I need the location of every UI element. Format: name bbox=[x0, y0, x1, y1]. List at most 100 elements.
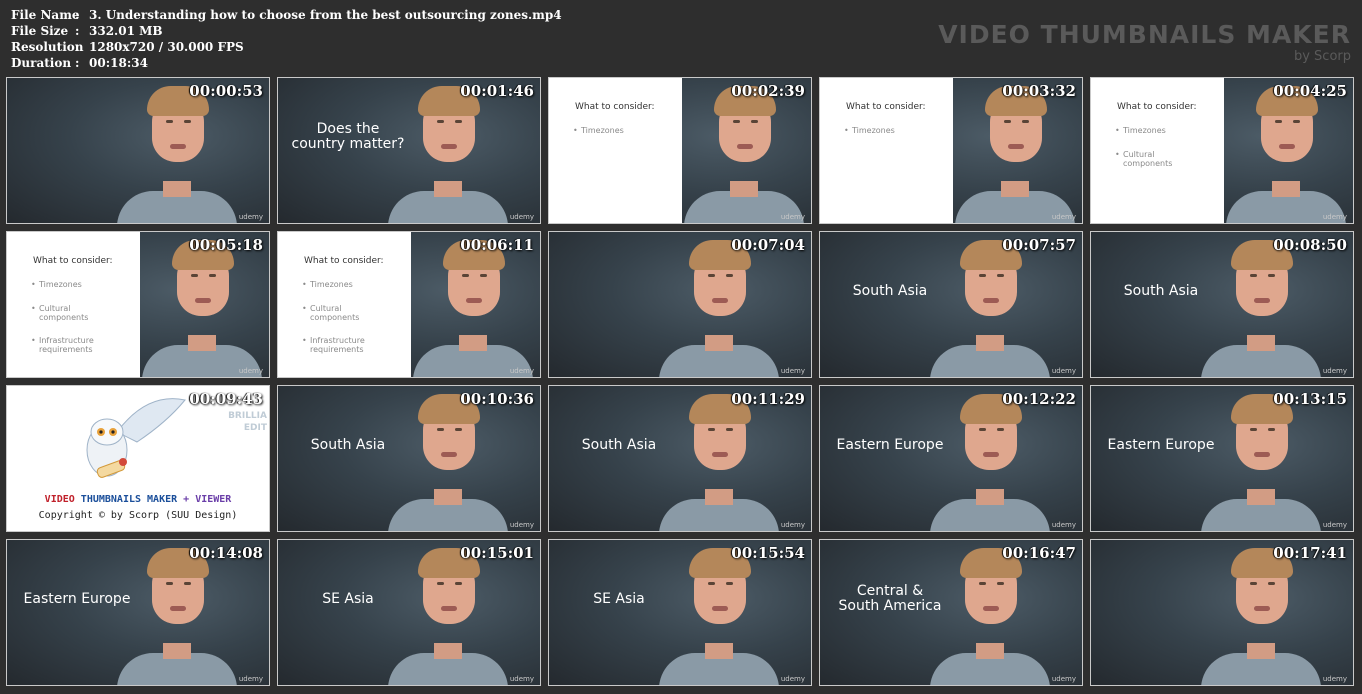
title-overlay: Central & South America bbox=[838, 583, 942, 614]
mouth bbox=[712, 452, 728, 457]
colon: : bbox=[75, 56, 80, 70]
timestamp: 00:15:54 bbox=[731, 544, 805, 562]
eye bbox=[209, 274, 216, 277]
eye bbox=[184, 582, 191, 585]
neck bbox=[976, 643, 1004, 659]
eye bbox=[437, 120, 444, 123]
eye bbox=[437, 582, 444, 585]
timestamp: 00:11:29 bbox=[731, 390, 805, 408]
video-thumbnail[interactable]: South Asia udemy 00:11:29 bbox=[548, 385, 812, 532]
mouth bbox=[1279, 144, 1295, 149]
mouth bbox=[170, 606, 186, 611]
timestamp: 00:10:36 bbox=[460, 390, 534, 408]
file-info-panel: File Name : 3. Understanding how to choo… bbox=[11, 7, 562, 71]
video-thumbnail[interactable]: South Asia udemy 00:10:36 bbox=[277, 385, 541, 532]
eye bbox=[1004, 120, 1011, 123]
resolution-label: Resolution bbox=[11, 40, 84, 54]
mouth bbox=[983, 606, 999, 611]
neck bbox=[705, 643, 733, 659]
brand-subtitle: by Scorp bbox=[1293, 49, 1351, 64]
title-overlay: Eastern Europe bbox=[1107, 437, 1215, 453]
slide-bullet: Infrastructure requirements bbox=[302, 336, 380, 354]
video-thumbnail[interactable]: udemy 00:07:04 bbox=[548, 231, 812, 378]
timestamp: 00:04:25 bbox=[1273, 82, 1347, 100]
eye bbox=[726, 274, 733, 277]
brillia-line: EDIT bbox=[243, 423, 267, 433]
timestamp: 00:07:57 bbox=[1002, 236, 1076, 254]
eye bbox=[480, 274, 487, 277]
udemy-watermark: udemy bbox=[780, 367, 805, 375]
brand-logo: VIDEO THUMBNAILS MAKER by Scorp bbox=[938, 20, 1351, 64]
timestamp: 00:13:15 bbox=[1273, 390, 1347, 408]
file-name-label: File Name bbox=[11, 8, 80, 22]
video-thumbnail[interactable]: What to consider: Timezones Cultural compo… bbox=[277, 231, 541, 378]
video-thumbnail[interactable]: What to consider: Timezones udemy 00:02:39 bbox=[548, 77, 812, 224]
title-overlay: South Asia bbox=[581, 437, 657, 453]
slide-bullet: Cultural components bbox=[31, 304, 109, 322]
eye bbox=[191, 274, 198, 277]
video-thumbnail[interactable]: Eastern Europe udemy 00:14:08 bbox=[6, 539, 270, 686]
video-thumbnail[interactable]: Central & South America udemy 00:16:47 bbox=[819, 539, 1083, 686]
slide-bullet: Timezones bbox=[573, 126, 651, 135]
neck bbox=[976, 489, 1004, 505]
file-size-label: File Size bbox=[11, 24, 69, 38]
video-thumbnail[interactable]: SE Asia udemy 00:15:54 bbox=[548, 539, 812, 686]
file-size-row: File Size : 332.01 MB bbox=[11, 23, 562, 39]
eye bbox=[166, 582, 173, 585]
timestamp: 00:16:47 bbox=[1002, 544, 1076, 562]
eye bbox=[455, 428, 462, 431]
video-thumbnail[interactable]: What to consider: Timezones Cultural compo… bbox=[6, 231, 270, 378]
brillia-line: BRILLIA bbox=[228, 411, 267, 421]
mouth bbox=[1254, 452, 1270, 457]
timestamp: 00:15:01 bbox=[460, 544, 534, 562]
eye bbox=[1250, 428, 1257, 431]
video-thumbnail[interactable]: What to consider: Timezones Cultural compo… bbox=[1090, 77, 1354, 224]
about-title-part: + VIEWER bbox=[183, 494, 232, 505]
udemy-watermark: udemy bbox=[509, 213, 534, 221]
eye bbox=[979, 274, 986, 277]
video-thumbnail[interactable]: Does the country matter? udemy 00:01:46 bbox=[277, 77, 541, 224]
duration-row: Duration : 00:18:34 bbox=[11, 55, 562, 71]
timestamp: 00:03:32 bbox=[1002, 82, 1076, 100]
title-overlay: South Asia bbox=[310, 437, 386, 453]
neck bbox=[163, 643, 191, 659]
udemy-watermark: udemy bbox=[509, 675, 534, 683]
slide-bullet: Timezones bbox=[844, 126, 922, 135]
mouth bbox=[737, 144, 753, 149]
colon: : bbox=[75, 8, 80, 22]
eye bbox=[166, 120, 173, 123]
timestamp: 00:17:41 bbox=[1273, 544, 1347, 562]
video-thumbnail[interactable]: South Asia udemy 00:07:57 bbox=[819, 231, 1083, 378]
udemy-watermark: udemy bbox=[780, 213, 805, 221]
udemy-watermark: udemy bbox=[1322, 675, 1347, 683]
udemy-watermark: udemy bbox=[238, 213, 263, 221]
video-thumbnail[interactable]: udemy 00:17:41 bbox=[1090, 539, 1354, 686]
neck bbox=[1272, 181, 1300, 197]
timestamp: 00:06:11 bbox=[460, 236, 534, 254]
udemy-watermark: udemy bbox=[1322, 213, 1347, 221]
mouth bbox=[983, 298, 999, 303]
eye bbox=[462, 274, 469, 277]
eye bbox=[455, 120, 462, 123]
udemy-watermark: udemy bbox=[509, 367, 534, 375]
mouth bbox=[195, 298, 211, 303]
video-thumbnail[interactable]: udemy 00:00:53 bbox=[6, 77, 270, 224]
owl-logo-icon bbox=[86, 398, 186, 478]
resolution-row: Resolution : 1280x720 / 30.000 FPS bbox=[11, 39, 562, 55]
file-name-value: 3. Understanding how to choose from the … bbox=[89, 8, 562, 22]
mouth bbox=[1254, 606, 1270, 611]
slide-title: What to consider: bbox=[33, 256, 113, 266]
video-thumbnail[interactable]: South Asia udemy 00:08:50 bbox=[1090, 231, 1354, 378]
video-thumbnail[interactable]: BRILLIA EDIT VIDEO THUMBNAILS MAKER + VIEW… bbox=[6, 385, 270, 532]
video-thumbnail[interactable]: Eastern Europe udemy 00:12:22 bbox=[819, 385, 1083, 532]
video-thumbnail[interactable]: Eastern Europe udemy 00:13:15 bbox=[1090, 385, 1354, 532]
neck bbox=[434, 643, 462, 659]
mouth bbox=[983, 452, 999, 457]
eye bbox=[979, 582, 986, 585]
video-thumbnail[interactable]: What to consider: Timezones udemy 00:03:32 bbox=[819, 77, 1083, 224]
slide-bullet: Timezones bbox=[302, 280, 380, 289]
slide-bullet: Infrastructure requirements bbox=[31, 336, 109, 354]
slide-bullet: Timezones bbox=[31, 280, 109, 289]
neck bbox=[163, 181, 191, 197]
video-thumbnail[interactable]: SE Asia udemy 00:15:01 bbox=[277, 539, 541, 686]
